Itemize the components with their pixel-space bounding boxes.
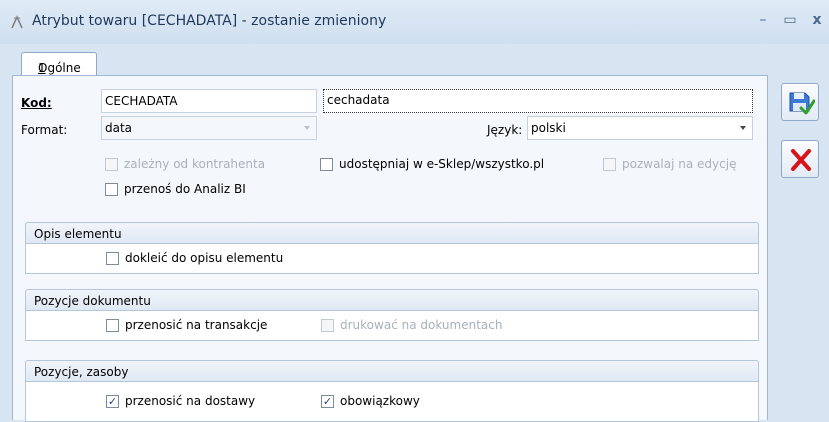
dokleic-checkbox[interactable] [106,252,119,265]
group-opis-header: Opis elementu [25,222,759,244]
dostawy-checkbox[interactable]: ✓ [106,395,119,408]
jezyk-label: Język: [487,123,523,137]
transakcje-label: przenosić na transakcje [125,318,268,332]
obowiazkowy-label: obowiązkowy [340,394,420,408]
udostepniaj-checkbox[interactable] [320,158,333,171]
kod-input[interactable]: CECHADATA [101,89,317,113]
nazwa-input[interactable]: cechadata [323,89,753,113]
jezyk-value: polski [531,121,566,135]
chevron-down-icon [304,126,310,130]
group-opis-title: Opis elementu [34,227,122,241]
cancel-button[interactable] [781,140,819,178]
drukowac-label: drukować na dokumentach [340,318,503,332]
przenos-bi-checkbox[interactable] [105,183,118,196]
kod-label: Kod: [21,96,52,110]
pozwalaj-label: pozwalaj na edycję [622,157,737,171]
zalezny-label: zależny od kontrahenta [124,157,266,171]
format-select: data [101,116,317,140]
pozwalaj-checkbox [603,158,616,171]
window-title: Atrybut towaru [CECHADATA] - zostanie zm… [32,13,387,29]
jezyk-select[interactable]: polski [527,116,753,140]
transakcje-checkbox[interactable] [106,319,119,332]
group-opis-body: dokleić do opisu elementu [25,244,759,274]
group-pozycje-dok-title: Pozycje dokumentu [34,294,151,308]
close-button[interactable]: x [808,12,826,28]
tab-ogolne[interactable]: 1 Ogólne [21,52,97,76]
chevron-down-icon[interactable] [740,126,746,130]
maximize-button[interactable]: ▭ [781,12,799,28]
drukowac-checkbox [321,319,334,332]
save-button[interactable] [781,83,819,121]
format-value: data [105,121,133,135]
group-pozycje-zasoby-header: Pozycje, zasoby [25,360,759,382]
zalezny-checkbox [105,158,118,171]
group-pozycje-zasoby-title: Pozycje, zasoby [34,365,129,379]
format-label: Format: [21,123,68,137]
title-bar: Atrybut towaru [CECHADATA] - zostanie zm… [0,0,829,44]
udostepniaj-label: udostępniaj w e-Sklep/wszystko.pl [339,157,545,171]
group-pozycje-dok-header: Pozycje dokumentu [25,289,759,311]
obowiazkowy-checkbox[interactable]: ✓ [321,395,334,408]
group-pozycje-dok-body: przenosić na transakcje drukować na doku… [25,311,759,341]
general-panel: Kod: CECHADATA cechadata Format: data Ję… [12,75,768,422]
dostawy-label: przenosić na dostawy [125,394,256,408]
przenos-bi-label: przenoś do Analiz BI [124,182,246,196]
minimize-button[interactable]: – [754,12,772,28]
dokleic-label: dokleić do opisu elementu [125,251,284,265]
group-pozycje-zasoby-body: ✓ przenosić na dostawy ✓ obowiązkowy [25,382,759,422]
app-icon [10,14,24,30]
